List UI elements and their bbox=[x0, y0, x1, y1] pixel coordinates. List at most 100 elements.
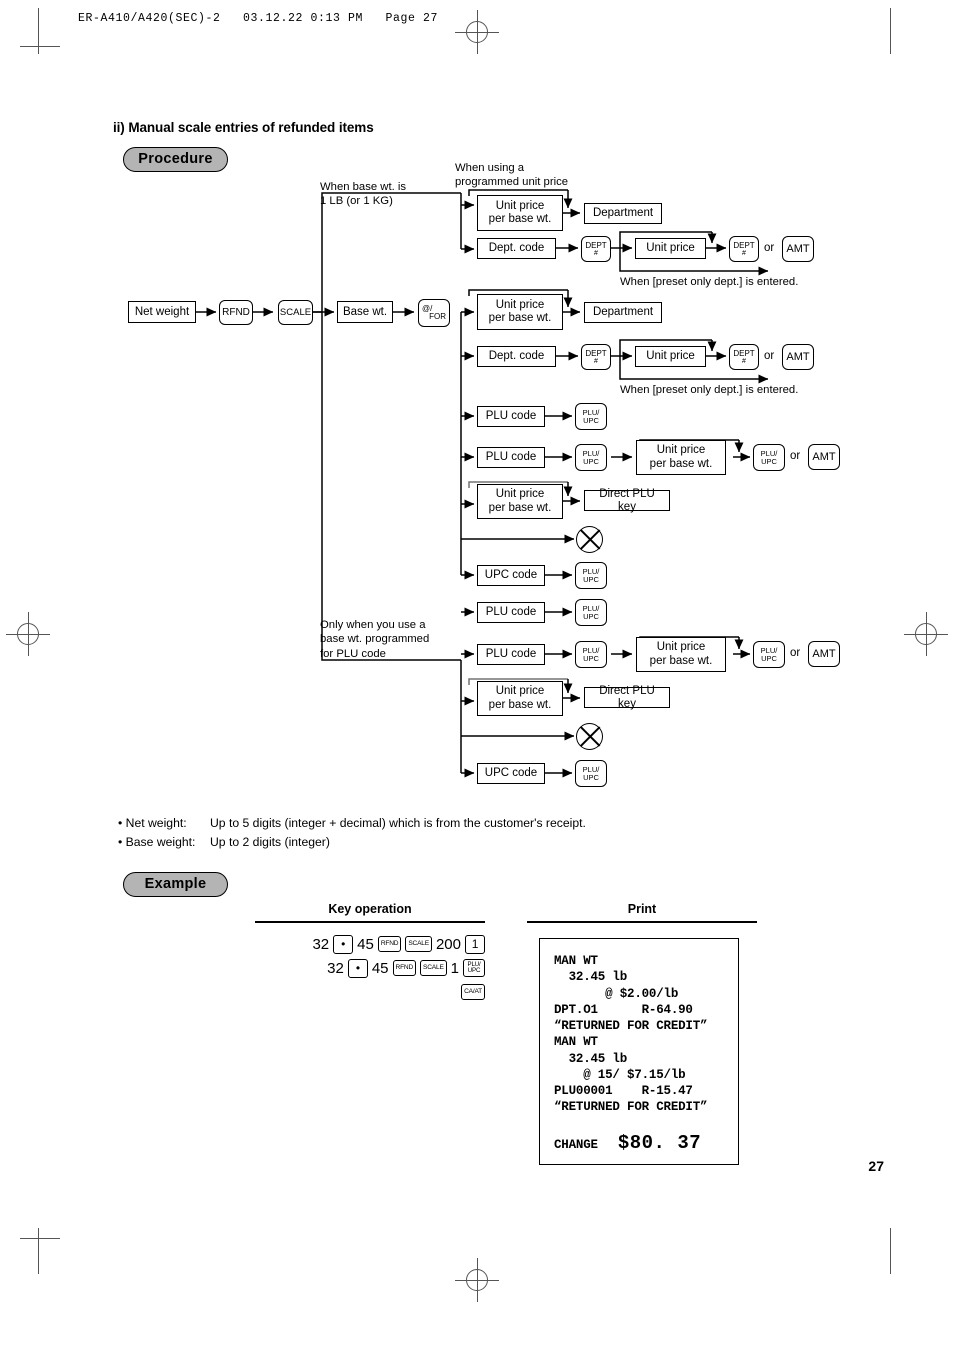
key-dept-label: DEPT bbox=[585, 348, 607, 358]
crop-mark-bl-v bbox=[38, 1228, 39, 1274]
note-programmed-unit-price: When using a programmed unit price bbox=[455, 162, 569, 189]
key-at-for: @/ FOR bbox=[418, 299, 450, 327]
note-label: • Base weight: bbox=[118, 835, 196, 850]
key-dept-sub: # bbox=[594, 249, 598, 257]
box-unit-price-per-base-wt-mid-3: Unit price per base wt. bbox=[477, 484, 563, 519]
key-amt-mid: AMT bbox=[782, 344, 814, 370]
or-label-mid-2: or bbox=[790, 450, 801, 462]
or-label-mid: or bbox=[764, 350, 775, 362]
key-plu-sub: UPC bbox=[583, 611, 599, 621]
or-label-top: or bbox=[764, 242, 775, 254]
key-scale: SCALE bbox=[420, 960, 447, 976]
note-base-wt-1lb: When base wt. is 1 LB (or 1 KG) bbox=[320, 181, 407, 208]
crop-mark-bl-h bbox=[20, 1238, 60, 1239]
box-plu-code-bot-2: PLU code bbox=[477, 644, 545, 665]
box-department-top: Department bbox=[584, 203, 662, 224]
print-header: Print bbox=[627, 902, 657, 916]
key-plu-upc-mid-1: PLU/ UPC bbox=[575, 403, 607, 430]
receipt-line: “RETURNED FOR CREDIT” bbox=[554, 1100, 708, 1115]
key-dept-sub: # bbox=[742, 357, 746, 365]
key-dept-num-top-2: DEPT # bbox=[729, 236, 759, 262]
key-amt-mid-2: AMT bbox=[808, 444, 840, 470]
key-plu-sub: UPC bbox=[761, 456, 777, 466]
box-label: Unit price per base wt. bbox=[649, 641, 713, 667]
key-operation-rule bbox=[255, 921, 485, 923]
registration-mark-bottom bbox=[455, 1258, 499, 1302]
receipt-line: MAN WT bbox=[554, 1035, 598, 1050]
print-rule bbox=[527, 921, 757, 923]
key-plu-upc-mid-2: PLU/ UPC bbox=[575, 444, 607, 471]
note-text: Up to 5 digits (integer + decimal) which… bbox=[210, 816, 586, 830]
box-unit-price-per-base-wt-mid: Unit price per base wt. bbox=[477, 294, 563, 330]
note-preset-only-dept-top: When [preset only dept.] is entered. bbox=[620, 276, 799, 288]
key-rfnd: RFND bbox=[392, 960, 417, 976]
box-label: Unit price per base wt. bbox=[488, 488, 552, 514]
key-rfnd: RFND bbox=[377, 936, 402, 952]
key-operation-line: 32 • 45 RFND SCALE 1 PLU/UPC bbox=[255, 956, 485, 980]
key-operation-sequence: 32 • 45 RFND SCALE 200 1 32 • 45 RFND SCALE 1 PLU/UPC… bbox=[255, 932, 485, 1004]
box-plu-code-mid-1: PLU code bbox=[477, 406, 545, 427]
key-operation-line: 32 • 45 RFND SCALE 200 1 bbox=[255, 932, 485, 956]
key-digit: 32 bbox=[312, 935, 330, 953]
note-preset-only-dept-middle: When [preset only dept.] is entered. bbox=[620, 384, 799, 396]
key-plu-upc-bot-2: PLU/ UPC bbox=[575, 641, 607, 668]
receipt-change-row: CHANGE $80. 37 bbox=[540, 1132, 738, 1154]
example-badge: Example bbox=[123, 872, 228, 897]
box-unit-price-top: Unit price bbox=[635, 238, 706, 259]
box-upc-code-mid: UPC code bbox=[477, 565, 545, 586]
key-amt-top: AMT bbox=[782, 236, 814, 262]
key-plu-sub: UPC bbox=[583, 772, 599, 782]
note-text: Up to 2 digits (integer) bbox=[210, 835, 330, 850]
box-dept-code-mid: Dept. code bbox=[477, 346, 556, 367]
key-plu-sub: UPC bbox=[583, 653, 599, 663]
key-1: 1 bbox=[465, 934, 485, 954]
box-unit-price-mid: Unit price bbox=[635, 346, 706, 367]
note-row-net-weight: • Net weight: Up to 5 digits (integer + … bbox=[118, 814, 586, 833]
key-plu-upc-bot-1: PLU/ UPC bbox=[575, 599, 607, 626]
change-amount: $80. 37 bbox=[617, 1131, 702, 1154]
key-rfnd: RFND bbox=[219, 300, 253, 325]
box-plu-code-bot-1: PLU code bbox=[477, 602, 545, 623]
or-label-bot: or bbox=[790, 647, 801, 659]
key-plu-sub: UPC bbox=[761, 653, 777, 663]
receipt-line: DPT.O1 R-64.90 bbox=[554, 1002, 693, 1017]
key-dept-num-top-1: DEPT # bbox=[581, 236, 611, 262]
note-row-base-weight: • Base weight: Up to 2 digits (integer) bbox=[118, 833, 586, 852]
scanner-symbol-icon-bottom bbox=[576, 723, 603, 750]
box-label: Unit price per base wt. bbox=[488, 685, 552, 711]
key-dept-num-mid-2: DEPT # bbox=[729, 344, 759, 370]
key-operation-header: Key operation bbox=[328, 902, 412, 916]
crop-mark-br-v bbox=[890, 1228, 891, 1274]
receipt-line: MAN WT bbox=[554, 954, 598, 968]
key-digit: 1 bbox=[450, 959, 459, 977]
key-dept-label: DEPT bbox=[585, 240, 607, 250]
key-digit: 45 bbox=[357, 935, 374, 953]
key-scale: SCALE bbox=[278, 300, 313, 325]
box-direct-plu-key-mid: Direct PLU key bbox=[584, 488, 670, 513]
key-plu-sub: UPC bbox=[583, 456, 599, 466]
receipt-line: “RETURNED FOR CREDIT” bbox=[554, 1019, 708, 1033]
box-upc-code-bot: UPC code bbox=[477, 763, 545, 784]
receipt-line: @ 15/ $7.15/lb bbox=[554, 1067, 686, 1082]
key-plu-sub: UPC bbox=[583, 574, 599, 584]
key-ca-at: CA/AT bbox=[461, 984, 485, 1000]
key-: • bbox=[333, 934, 354, 954]
key-plu-upc-mid-3: PLU/ UPC bbox=[753, 444, 785, 471]
box-net-weight: Net weight bbox=[128, 301, 196, 323]
box-dept-code-top: Dept. code bbox=[477, 238, 556, 259]
key-at-for-bottom: FOR bbox=[429, 312, 446, 321]
receipt-line: @ $2.00/lb bbox=[554, 986, 679, 1001]
box-label: Unit price per base wt. bbox=[488, 298, 552, 324]
box-unit-price-per-base-wt-top: Unit price per base wt. bbox=[477, 195, 563, 231]
key-digit: 45 bbox=[371, 959, 389, 977]
key-scale: SCALE bbox=[405, 936, 432, 952]
scanner-symbol-icon bbox=[576, 526, 603, 553]
key-digit: 200 bbox=[435, 935, 461, 953]
key-dept-sub: # bbox=[742, 249, 746, 257]
key-: • bbox=[347, 958, 368, 978]
key-plu-upc: PLU/UPC bbox=[463, 959, 485, 977]
key-plu-sub: UPC bbox=[583, 415, 599, 425]
key-dept-sub: # bbox=[594, 357, 598, 365]
key-dept-num-mid-1: DEPT # bbox=[581, 344, 611, 370]
key-plu-upc-mid-4: PLU/ UPC bbox=[575, 562, 607, 589]
